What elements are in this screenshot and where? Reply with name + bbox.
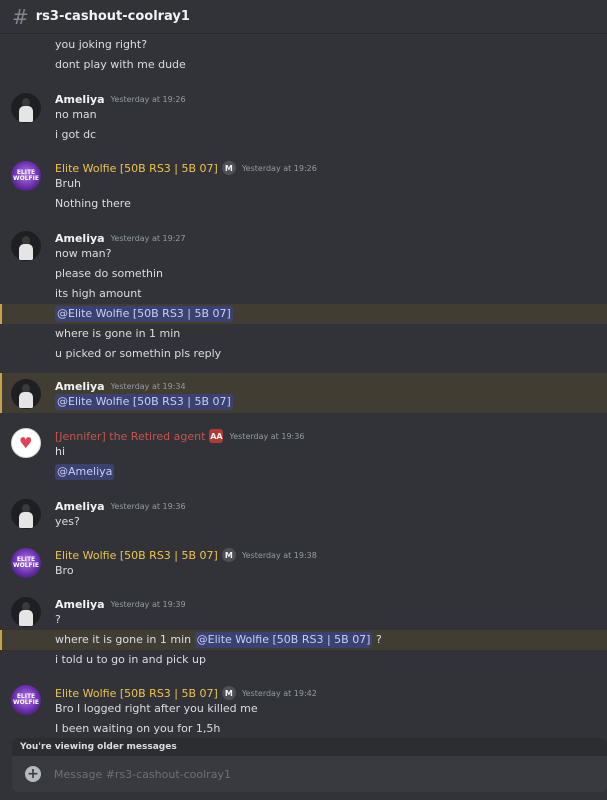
message-composer: +: [12, 756, 607, 792]
user-mention[interactable]: @Elite Wolfie [50B RS3 | 5B 07]: [194, 632, 373, 648]
author-name[interactable]: Ameliya: [55, 500, 105, 513]
message-line: u picked or somethin pls reply: [55, 347, 222, 360]
role-badge-icon: AA: [209, 429, 224, 443]
user-mention[interactable]: @Elite Wolfie [50B RS3 | 5B 07]: [55, 306, 233, 322]
message-line: ?: [55, 613, 61, 626]
message-line: Nothing there: [55, 197, 131, 210]
message-text: where it is gone in 1 min: [55, 633, 195, 646]
message-line: i got dc: [55, 128, 97, 141]
timestamp: Yesterday at 19:39: [110, 599, 186, 609]
author-name[interactable]: [Jennifer] the Retired agent: [55, 430, 205, 443]
author-name[interactable]: Ameliya: [55, 93, 105, 106]
message-line: now man?: [55, 247, 112, 260]
message-line: Bro: [55, 564, 74, 577]
message-line: its high amount: [55, 287, 142, 300]
role-badge-icon: M: [221, 161, 236, 175]
channel-hash-icon: #: [12, 4, 29, 29]
older-messages-notice[interactable]: You're viewing older messages: [12, 738, 607, 756]
timestamp: Yesterday at 19:26: [110, 94, 186, 104]
author-name[interactable]: Elite Wolfie [50B RS3 | 5B 07]: [55, 687, 218, 700]
author-name[interactable]: Elite Wolfie [50B RS3 | 5B 07]: [55, 162, 218, 175]
timestamp: Yesterday at 19:34: [110, 381, 186, 391]
role-badge-icon: M: [221, 548, 236, 562]
role-badge-icon: M: [221, 686, 236, 700]
add-attachment-button[interactable]: +: [25, 766, 41, 782]
channel-header: # rs3-cashout-coolray1: [0, 0, 607, 34]
message-input[interactable]: [54, 762, 574, 786]
author-name[interactable]: Ameliya: [55, 598, 105, 611]
message-line: Bro I logged right after you killed me: [55, 702, 258, 715]
author-name[interactable]: Ameliya: [55, 232, 105, 245]
message-line: yes?: [55, 515, 80, 528]
message-line-highlighted: @Elite Wolfie [50B RS3 | 5B 07]: [0, 304, 607, 324]
author-name[interactable]: Elite Wolfie [50B RS3 | 5B 07]: [55, 549, 218, 562]
message-line: @Elite Wolfie [50B RS3 | 5B 07]: [0, 392, 607, 412]
message-list[interactable]: you joking right? dont play with me dude…: [0, 34, 607, 742]
message-line: dont play with me dude: [55, 58, 186, 71]
user-mention[interactable]: @Elite Wolfie [50B RS3 | 5B 07]: [55, 394, 233, 410]
timestamp: Yesterday at 19:36: [110, 501, 186, 511]
timestamp: Yesterday at 19:38: [241, 550, 317, 560]
message-line-highlighted: where it is gone in 1 min @Elite Wolfie …: [0, 630, 607, 650]
channel-name: rs3-cashout-coolray1: [35, 9, 190, 24]
message-line: please do somethin: [55, 267, 164, 280]
timestamp: Yesterday at 19:26: [241, 163, 317, 173]
message-line: i told u to go in and pick up: [55, 653, 206, 666]
message-line: no man: [55, 108, 97, 121]
message-line: where is gone in 1 min: [55, 327, 181, 340]
timestamp: Yesterday at 19:36: [229, 431, 305, 441]
user-mention[interactable]: @Ameliya: [55, 464, 115, 480]
author-name[interactable]: Ameliya: [55, 380, 105, 393]
message-text: ?: [372, 633, 382, 646]
timestamp: Yesterday at 19:42: [241, 688, 317, 698]
message-line: you joking right?: [55, 38, 148, 51]
composer-area: You're viewing older messages +: [0, 736, 607, 800]
timestamp: Yesterday at 19:27: [110, 233, 186, 243]
message-line: Bruh: [55, 177, 82, 190]
message-line: hi: [55, 445, 66, 458]
message-line: @Ameliya: [0, 462, 607, 482]
